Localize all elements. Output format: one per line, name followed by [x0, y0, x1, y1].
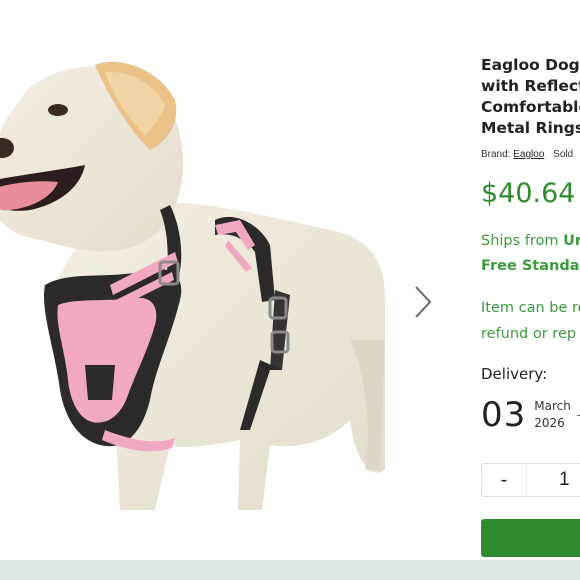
product-title-line: Metal Rings, I [481, 119, 580, 137]
quantity-input[interactable] [557, 468, 580, 492]
add-to-cart-button[interactable] [481, 519, 580, 557]
product-title-line: Comfortable [481, 98, 580, 116]
product-price: $40.64 [481, 178, 576, 209]
delivery-label: Delivery: [481, 365, 548, 383]
product-gallery [0, 0, 450, 560]
shipping-info: Ships from Ur Free Standar [481, 229, 580, 279]
chevron-right-icon [415, 286, 432, 318]
product-info: Eagloo Dog H with Reflectiv Comfortable … [481, 55, 580, 160]
brand-link[interactable]: Eagloo [513, 149, 544, 160]
returns-line: Item can be re [481, 300, 580, 316]
shipping-method: Free Standar [481, 258, 580, 274]
delivery-year: 2026 [534, 416, 565, 430]
product-title-line: with Reflectiv [481, 77, 580, 95]
returns-info: Item can be re refund or rep [481, 295, 580, 347]
product-meta: Brand: Eagloo Sold [481, 149, 580, 160]
quantity-stepper: - [481, 463, 580, 497]
delivery-date: 03 March 2026 [481, 395, 580, 435]
product-page: Eagloo Dog H with Reflectiv Comfortable … [0, 0, 580, 580]
product-title: Eagloo Dog H with Reflectiv Comfortable … [481, 55, 580, 139]
product-image[interactable] [0, 40, 390, 530]
footer-band [0, 560, 580, 580]
delivery-month-year: March 2026 [534, 398, 571, 432]
quantity-decrement-button[interactable]: - [482, 464, 527, 496]
delivery-day: 03 [481, 395, 527, 435]
ships-from-label: Ships from [481, 233, 559, 249]
delivery-month: March [534, 399, 571, 413]
product-title-line: Eagloo Dog H [481, 56, 580, 74]
ships-from-value: Ur [563, 233, 580, 249]
brand-label: Brand: [481, 149, 511, 160]
returns-line: refund or rep [481, 326, 577, 342]
sold-label: Sold [553, 149, 574, 160]
next-image-button[interactable] [410, 283, 436, 321]
